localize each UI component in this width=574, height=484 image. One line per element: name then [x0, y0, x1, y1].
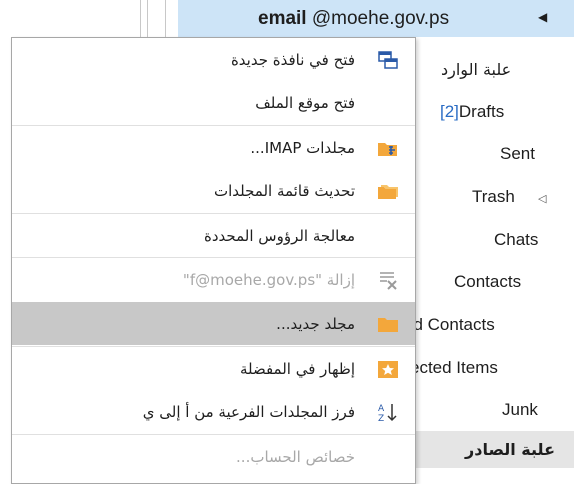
menu-item-account-properties[interactable]: خصائص الحساب...	[12, 435, 415, 478]
folder-chats[interactable]: Chats	[494, 230, 538, 250]
drafts-count: [2]	[440, 102, 459, 121]
folder-drafts[interactable]: [2]Drafts	[440, 102, 504, 122]
menu-item-remove-account: إزالة "f@moehe.gov.ps"	[12, 258, 415, 301]
folder-outbox[interactable]: علبة الصادر	[465, 440, 555, 459]
menu-item-show-in-favorites[interactable]: إظهار في المفضلة	[12, 347, 415, 390]
folder-rejected-items[interactable]: ected Items	[410, 358, 498, 378]
drafts-label: Drafts	[458, 102, 505, 121]
menu-item-label: فتح موقع الملف	[255, 93, 355, 112]
account-name[interactable]: email @moehe.gov.ps	[258, 8, 449, 30]
menu-item-label: إزالة "f@moehe.gov.ps"	[182, 270, 355, 289]
folder-suggested-contacts[interactable]: ed Contacts	[404, 315, 495, 335]
folder-inbox[interactable]: علبة الوارد	[441, 60, 511, 79]
menu-item-label: تحديث قائمة المجلدات	[213, 181, 355, 200]
menu-item-process-headers[interactable]: معالجة الرؤوس المحددة	[12, 214, 415, 257]
menu-item-label: إظهار في المفضلة	[239, 359, 355, 378]
folder-trash[interactable]: Trash	[472, 187, 515, 207]
favorites-star-icon	[378, 360, 398, 378]
new-folder-icon	[378, 317, 398, 332]
menu-item-refresh-folders[interactable]: تحديث قائمة المجلدات	[12, 169, 415, 212]
menu-item-sort-subfolders[interactable]: A Z فرز المجلدات الفرعية من أ إلى ي	[12, 390, 415, 433]
menu-item-label: مجلدات IMAP...	[250, 138, 355, 157]
menu-item-label: معالجة الرؤوس المحددة	[204, 226, 355, 245]
imap-folders-icon	[378, 142, 397, 156]
menu-item-label: مجلد جديد...	[276, 314, 355, 333]
menu-item-label: فتح في نافذة جديدة	[230, 50, 355, 69]
menu-item-open-file-location[interactable]: فتح موقع الملف	[12, 81, 415, 124]
folder-junk[interactable]: Junk	[502, 400, 538, 420]
menu-item-new-folder[interactable]: مجلد جديد...	[12, 302, 415, 345]
account-domain: @moehe.gov.ps	[311, 8, 450, 29]
menu-item-label: فرز المجلدات الفرعية من أ إلى ي	[142, 402, 355, 421]
collapse-arrow-icon[interactable]: ◀	[538, 10, 547, 24]
folder-sent[interactable]: Sent	[500, 144, 535, 164]
context-menu: فتح في نافذة جديدة فتح موقع الملف مجلدات…	[11, 37, 416, 484]
menu-item-open-new-window[interactable]: فتح في نافذة جديدة	[12, 38, 415, 81]
open-window-icon	[378, 50, 398, 69]
svg-text:A: A	[378, 404, 385, 414]
expand-arrow-icon[interactable]: ◁	[538, 192, 546, 205]
menu-item-imap-folders[interactable]: مجلدات IMAP...	[12, 126, 415, 169]
folder-contacts[interactable]: Contacts	[454, 272, 521, 292]
folder-refresh-icon	[378, 184, 398, 199]
sort-az-icon: A Z	[378, 403, 397, 423]
svg-text:Z: Z	[378, 414, 384, 423]
menu-item-label: خصائص الحساب...	[236, 447, 355, 466]
account-prefix: email	[258, 8, 307, 29]
remove-account-icon	[380, 271, 397, 290]
